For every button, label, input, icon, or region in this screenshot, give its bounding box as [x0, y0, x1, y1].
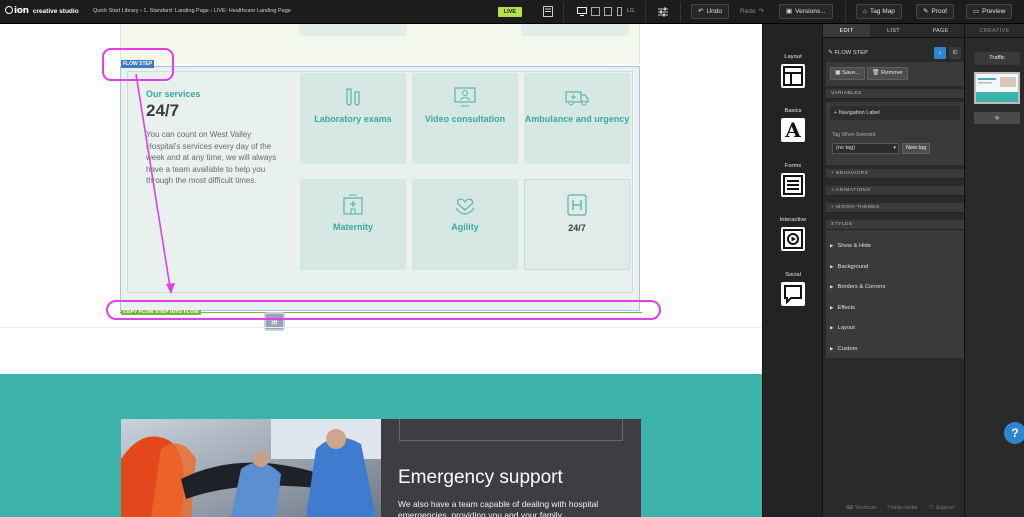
tool-basics[interactable]: Basics A	[763, 108, 823, 142]
variables-box: + Navigation Label Tag When Selected (no…	[826, 102, 964, 165]
add-page-button[interactable]: +	[974, 112, 1020, 124]
phone-view-icon[interactable]	[617, 7, 622, 18]
editor-canvas[interactable]: Our services 24/7 You can count on West …	[0, 24, 762, 517]
properties-panel: EDIT LIST PAGE ✎ FLOW STEP ↓ ID ▣ Save..…	[822, 24, 964, 517]
tag-map-button[interactable]: ⌂ Tag Map	[856, 4, 902, 19]
footer-links: ⌨ Shortcuts ? Help center 💬︎ Support	[846, 505, 954, 511]
shortcuts-link[interactable]: ⌨ Shortcuts	[846, 505, 877, 511]
play-video-icon	[781, 227, 805, 251]
tab-list[interactable]: LIST	[870, 24, 917, 37]
sliders-icon[interactable]	[658, 7, 668, 19]
proof-icon: ✎	[923, 8, 929, 15]
tab-page[interactable]: PAGE	[917, 24, 964, 37]
style-show-hide[interactable]: Show & Hide	[830, 240, 871, 252]
styles-header: STYLES	[826, 220, 964, 230]
traffic-button[interactable]: Traffic	[974, 52, 1020, 65]
breadcrumb[interactable]: Quick Start Library › 1. Standard: Landi…	[93, 8, 291, 14]
text-a-icon: A	[781, 118, 805, 142]
preview-button[interactable]: ▭ Preview	[966, 4, 1013, 19]
live-badge: LIVE	[498, 7, 522, 17]
style-custom[interactable]: Custom	[830, 343, 857, 355]
divider	[845, 2, 846, 22]
tablet-view-icon[interactable]	[604, 7, 612, 18]
panel-frame	[399, 419, 623, 441]
style-background[interactable]: Background	[830, 261, 868, 273]
chat-bubble-icon	[781, 282, 805, 306]
tag-when-selected-label: Tag When Selected	[832, 132, 876, 138]
trash-icon: 🗑︎	[872, 70, 881, 76]
tag-select[interactable]: (no tag)	[832, 143, 899, 154]
tools-column: Layout Basics A Forms Interactive Social	[762, 24, 822, 517]
redo-button[interactable]: Redo ↷	[733, 4, 771, 19]
save-button[interactable]: ▣ Save...	[830, 67, 866, 80]
tool-forms[interactable]: Forms	[763, 163, 823, 202]
panel-tabs: EDIT LIST PAGE	[823, 24, 964, 38]
variables-header[interactable]: VARIABLES	[826, 89, 964, 99]
style-borders-corners[interactable]: Borders & Corners	[830, 281, 885, 293]
divider	[645, 2, 646, 22]
style-effects[interactable]: Effects	[830, 302, 855, 314]
form-list-icon	[781, 173, 805, 197]
undo-button[interactable]: ↶ Undo	[691, 4, 729, 19]
actions-area: ▣ Save... 🗑︎ Remove	[826, 62, 964, 86]
navigation-label-button[interactable]: + Navigation Label	[830, 106, 960, 120]
versions-button[interactable]: ▣ Versions...	[779, 4, 833, 19]
app-logo[interactable]: ion creative studio	[5, 6, 79, 16]
style-layout[interactable]: Layout	[830, 322, 854, 334]
support-chat-icon: 💬︎	[927, 505, 936, 511]
page-settings-icon[interactable]	[543, 6, 553, 19]
new-tag-button[interactable]: New tag	[902, 143, 931, 154]
proof-button[interactable]: ✎ Proof	[916, 4, 954, 19]
page-thumbnail[interactable]	[974, 72, 1020, 104]
divider	[563, 2, 564, 22]
selected-element-header: ✎ FLOW STEP ↓ ID	[826, 46, 964, 60]
tool-social[interactable]: Social	[763, 272, 823, 311]
section-divider	[0, 327, 762, 328]
download-icon[interactable]: ↓	[934, 47, 946, 59]
logo-subtitle: creative studio	[32, 7, 79, 15]
micro-themes-header[interactable]: + MICRO-THEMES	[826, 203, 964, 213]
emergency-title: Emergency support	[398, 467, 563, 488]
animations-header[interactable]: + ANIMATIONS	[826, 186, 964, 196]
tab-edit[interactable]: EDIT	[823, 24, 870, 37]
undo-icon: ↶	[698, 8, 704, 15]
creative-header[interactable]: CREATIVE	[965, 24, 1024, 38]
layout-icon	[781, 64, 805, 88]
ion-logo: ion	[5, 6, 29, 16]
device-size-label[interactable]: LG	[627, 8, 634, 14]
tag-icon: ⌂	[863, 8, 867, 15]
remove-button[interactable]: 🗑︎ Remove	[867, 67, 908, 80]
tool-interactive[interactable]: Interactive	[763, 217, 823, 256]
tool-layout[interactable]: Layout	[763, 54, 823, 93]
help-center-link[interactable]: ? Help center	[887, 505, 918, 511]
redo-icon: ↷	[758, 8, 764, 15]
emergency-photo	[121, 419, 382, 517]
divider	[680, 2, 681, 22]
styles-list: Show & Hide Background Borders & Corners…	[826, 230, 964, 358]
id-button[interactable]: ID	[949, 47, 961, 59]
top-bar: ion creative studio Quick Start Library …	[0, 0, 1024, 24]
support-link[interactable]: 💬︎ Support	[928, 505, 954, 511]
versions-icon: ▣	[786, 8, 793, 15]
behaviors-header[interactable]: + BEHAVIORS	[826, 169, 964, 179]
preview-icon: ▭	[973, 8, 980, 15]
help-bubble-icon[interactable]: ?	[1004, 422, 1024, 444]
emergency-panel: Emergency support We also have a team ca…	[381, 419, 641, 517]
keyboard-icon: ⌨	[846, 505, 855, 511]
desktop-view-icon[interactable]	[577, 7, 587, 18]
laptop-view-icon[interactable]	[591, 7, 600, 18]
emergency-text: We also have a team capable of dealing w…	[398, 499, 599, 517]
